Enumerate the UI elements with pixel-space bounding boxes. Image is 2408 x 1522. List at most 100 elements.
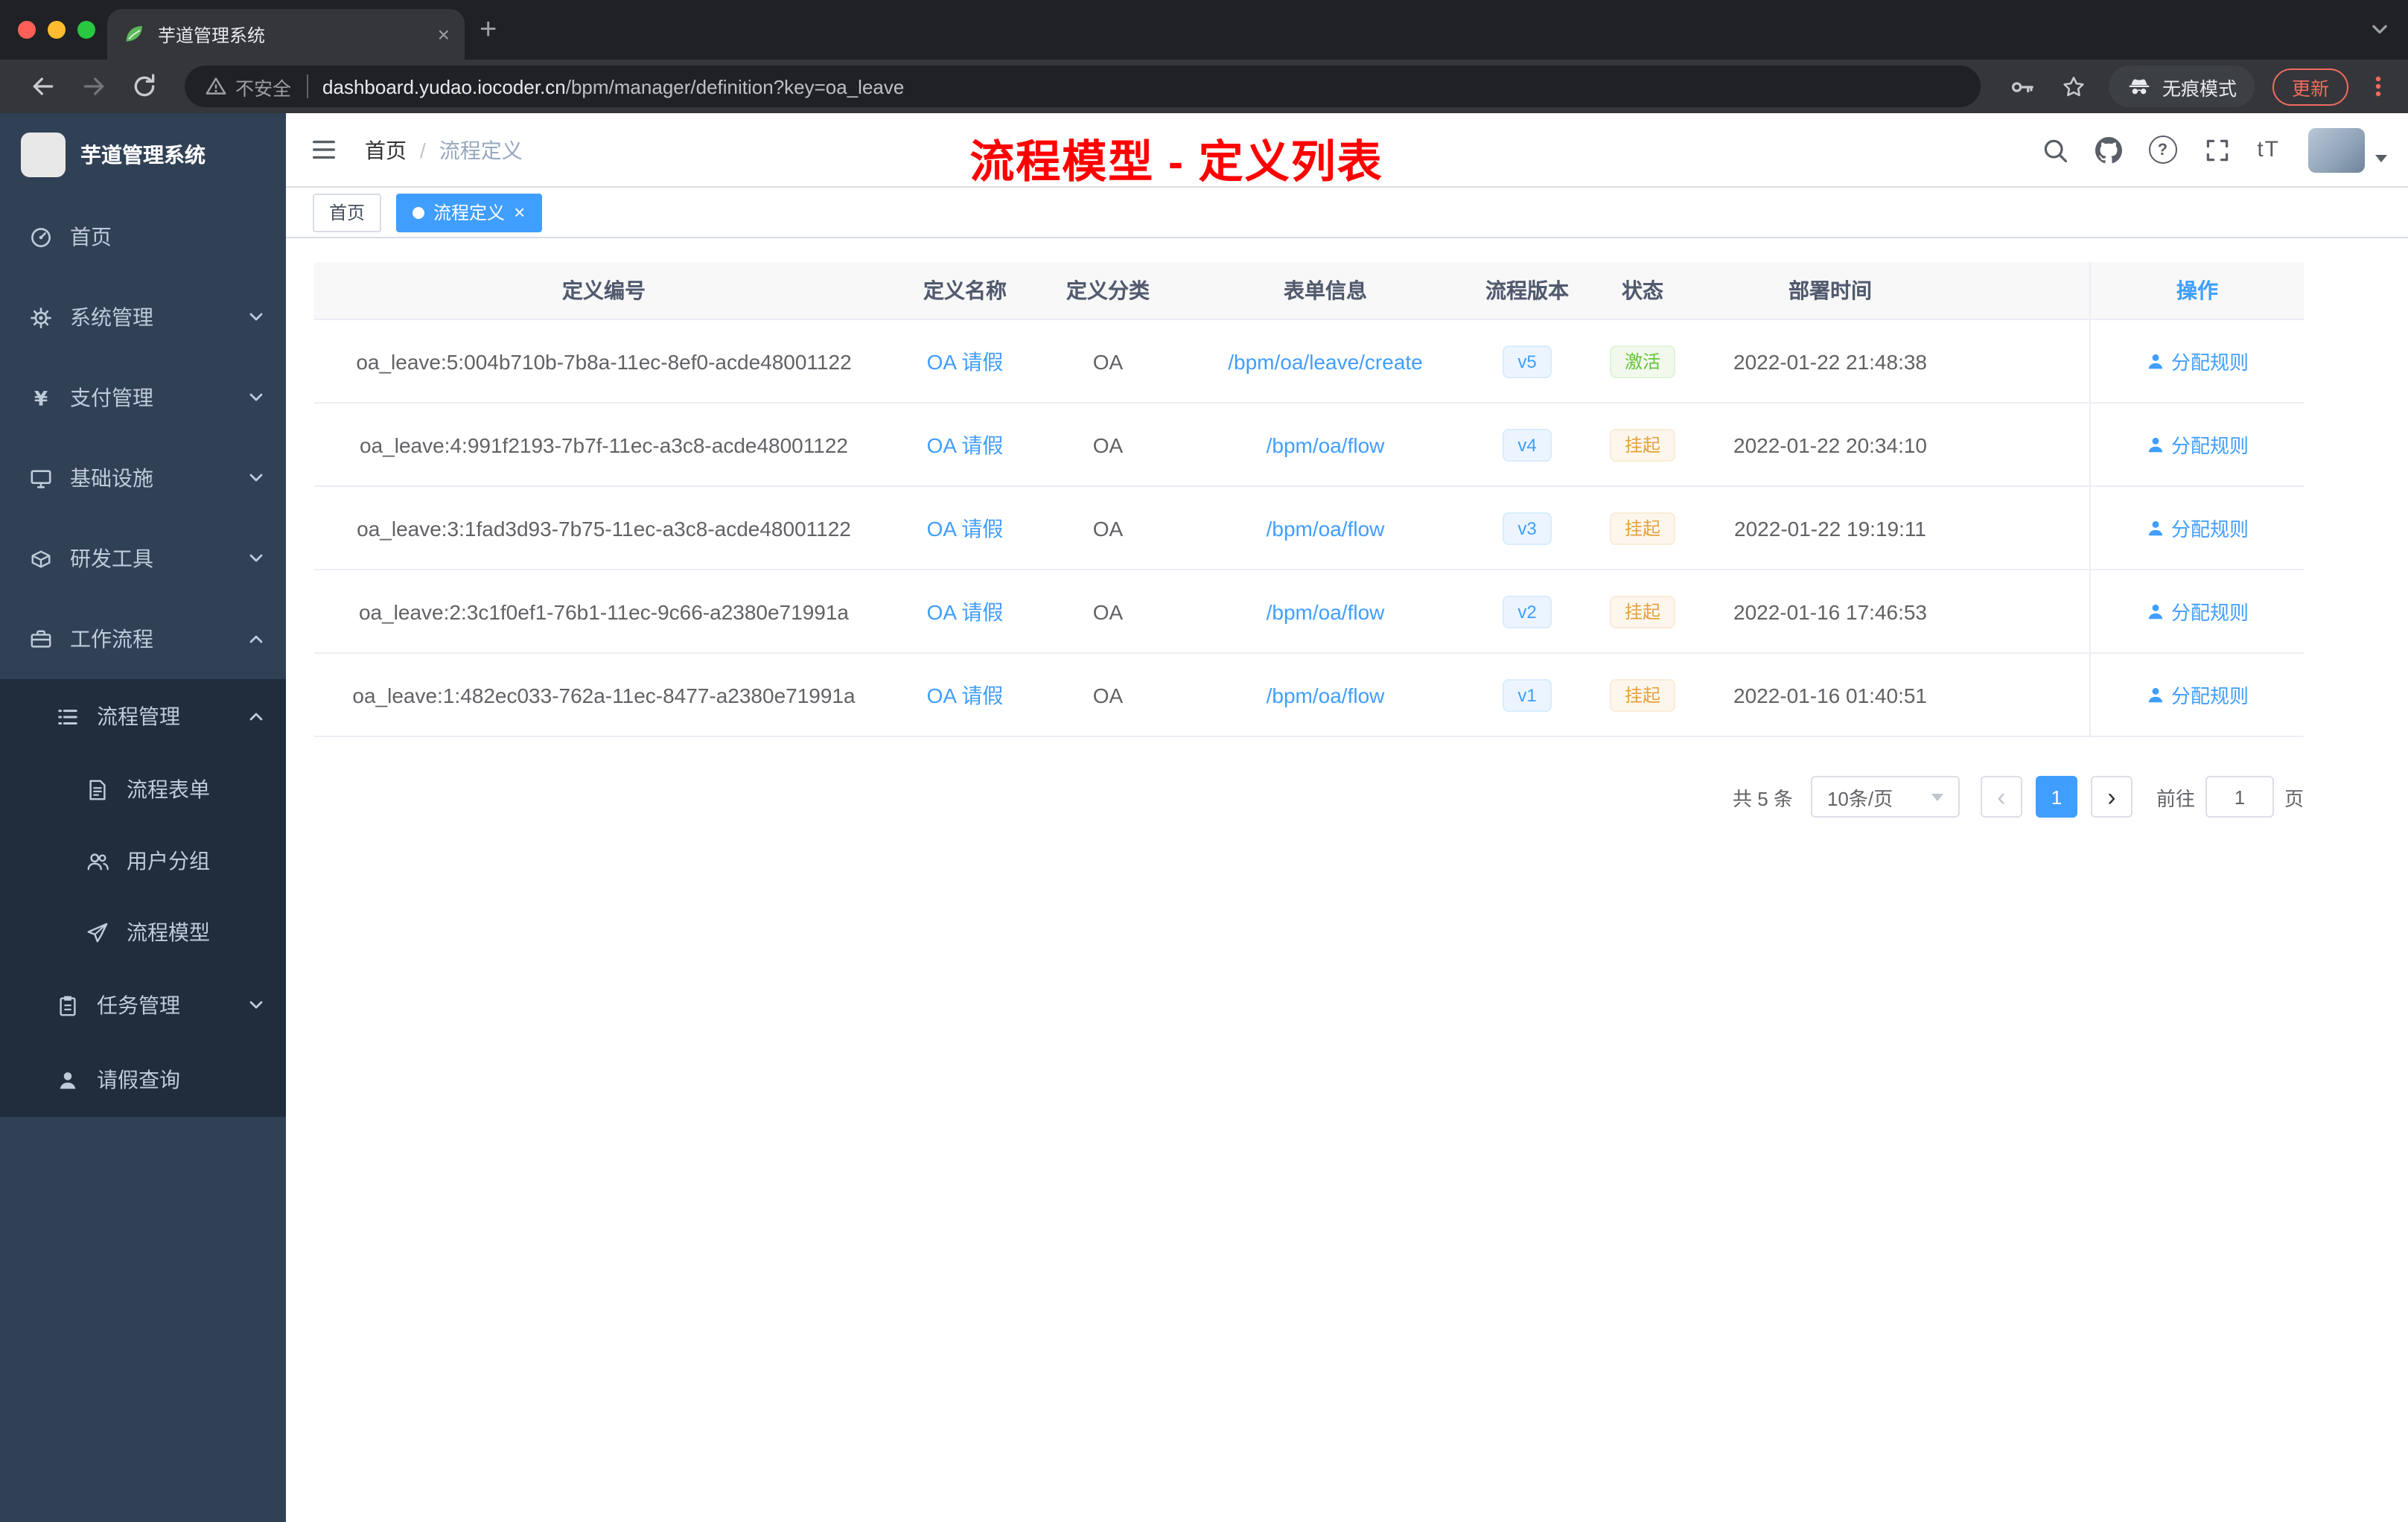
- sidebar-item-label: 系统管理: [70, 305, 153, 329]
- sidebar-item-workflow[interactable]: 工作流程: [0, 599, 286, 679]
- sidebar-item-system-management[interactable]: 系统管理: [0, 277, 286, 357]
- sidebar-item-dev-tools[interactable]: 研发工具: [0, 518, 286, 599]
- back-button[interactable]: [28, 71, 58, 101]
- assign-rule-button[interactable]: 分配规则: [2089, 654, 2304, 736]
- table-row: oa_leave:4:991f2193-7b7f-11ec-a3c8-acde4…: [314, 404, 2304, 487]
- bookmark-star-icon[interactable]: [2060, 72, 2088, 101]
- update-label: 更新: [2291, 78, 2329, 99]
- assign-rule-button[interactable]: 分配规则: [2089, 487, 2304, 569]
- chevron-down-icon: [247, 469, 265, 487]
- browser-tab[interactable]: 芋道管理系统 ×: [107, 9, 465, 60]
- address-bar[interactable]: 不安全 dashboard.yudao.iocoder.cn /bpm/mana…: [185, 66, 1981, 107]
- sidebar-item-infrastructure[interactable]: 基础设施: [0, 438, 286, 518]
- tag-label: 首页: [329, 203, 366, 223]
- chevron-down-icon: [247, 308, 265, 326]
- assign-rule-button[interactable]: 分配规则: [2089, 404, 2304, 485]
- browser-menu-icon[interactable]: [2366, 74, 2390, 98]
- cell-definition-name[interactable]: OA 请假: [894, 596, 1036, 626]
- page-size-select[interactable]: 10条/页: [1810, 776, 1960, 818]
- sidebar-toggle-icon[interactable]: [310, 136, 338, 164]
- cell-form-link[interactable]: /bpm/oa/flow: [1179, 599, 1471, 623]
- cell-definition-name[interactable]: OA 请假: [894, 430, 1036, 459]
- zoom-window-button[interactable]: [77, 21, 95, 39]
- cell-status: 挂起: [1583, 595, 1702, 628]
- sidebar-item-payment-management[interactable]: 支付管理: [0, 357, 286, 438]
- browser-toolbar: 不安全 dashboard.yudao.iocoder.cn /bpm/mana…: [0, 60, 2408, 113]
- browser-tab-strip: 芋道管理系统 × +: [0, 0, 2408, 60]
- status-badge: 挂起: [1609, 595, 1675, 628]
- col-status: 状态: [1622, 278, 1663, 302]
- table-row: oa_leave:2:3c1f0ef1-76b1-11ec-9c66-a2380…: [314, 570, 2304, 654]
- cell-status: 挂起: [1583, 428, 1702, 461]
- sidebar-item-process-model[interactable]: 流程模型: [0, 897, 286, 968]
- cell-category: OA: [1092, 516, 1124, 540]
- cell-version: v1: [1471, 678, 1583, 711]
- cell-form-link[interactable]: /bpm/oa/flow: [1179, 683, 1471, 707]
- tag-label: 流程定义: [433, 203, 506, 223]
- sidebar-item-task-management[interactable]: 任务管理: [0, 968, 286, 1042]
- briefcase-icon: [30, 628, 52, 650]
- help-icon[interactable]: ?: [2148, 136, 2177, 164]
- close-window-button[interactable]: [18, 21, 36, 39]
- prev-page-button[interactable]: ‹: [1980, 776, 2022, 818]
- avatar-caret-icon[interactable]: [2375, 155, 2387, 162]
- incognito-label: 无痕模式: [2162, 78, 2237, 99]
- chevron-down-icon: [247, 996, 265, 1014]
- tag-close-icon[interactable]: ×: [514, 203, 525, 222]
- tab-search-chevron-icon[interactable]: [2369, 19, 2390, 40]
- main-content: 定义编号 定义名称 定义分类 表单信息 流程版本 状态 部署时间 操作 oa_l…: [286, 238, 2408, 1522]
- fullscreen-icon[interactable]: [2203, 136, 2230, 163]
- sidebar-item-user-group[interactable]: 用户分组: [0, 825, 286, 897]
- search-icon[interactable]: [2041, 136, 2068, 163]
- tag-home[interactable]: 首页: [313, 193, 382, 232]
- github-icon[interactable]: [2095, 136, 2121, 163]
- user-icon: [2146, 351, 2165, 371]
- cell-definition-name[interactable]: OA 请假: [894, 346, 1036, 376]
- cell-definition-name[interactable]: OA 请假: [894, 680, 1036, 710]
- sidebar-item-label: 任务管理: [97, 993, 180, 1017]
- cell-definition-name[interactable]: OA 请假: [894, 513, 1036, 543]
- next-page-button[interactable]: ›: [2090, 776, 2133, 818]
- forward-button[interactable]: [79, 71, 109, 101]
- sidebar-item-label: 流程模型: [127, 920, 210, 944]
- tag-process-definition[interactable]: 流程定义 ×: [396, 193, 542, 232]
- breadcrumb-home[interactable]: 首页: [365, 135, 407, 165]
- assign-rule-label: 分配规则: [2170, 685, 2249, 707]
- cell-form-link[interactable]: /bpm/oa/flow: [1179, 516, 1471, 540]
- chevron-up-icon: [247, 630, 265, 648]
- current-page-button[interactable]: 1: [2035, 776, 2077, 818]
- cell-form-link[interactable]: /bpm/oa/leave/create: [1179, 349, 1471, 373]
- cell-definition-id: oa_leave:3:1fad3d93-7b75-11ec-a3c8-acde4…: [357, 516, 851, 540]
- sidebar-submenu-workflow: 流程管理 流程表单 用户分组 流程模型 任务管理 请假查询: [0, 679, 286, 1117]
- goto-page-input[interactable]: [2205, 776, 2274, 818]
- screen: 芋道管理系统 × + 不安全 dashboard.yudao.iocoder.c…: [0, 0, 2408, 1522]
- assign-rule-button[interactable]: 分配规则: [2089, 570, 2304, 652]
- sidebar-item-process-management[interactable]: 流程管理: [0, 679, 286, 754]
- cell-status: 挂起: [1583, 678, 1702, 711]
- cell-form-link[interactable]: /bpm/oa/flow: [1179, 433, 1471, 456]
- sidebar-item-leave-query[interactable]: 请假查询: [0, 1042, 286, 1117]
- password-key-icon[interactable]: [2007, 72, 2036, 101]
- tab-title: 芋道管理系统: [158, 25, 266, 45]
- tab-close-icon[interactable]: ×: [438, 24, 450, 45]
- favicon-leaf-icon: [122, 22, 146, 46]
- new-tab-button[interactable]: +: [480, 12, 497, 48]
- cell-deploy-time: 2022-01-16 01:40:51: [1733, 683, 1927, 707]
- sidebar-item-label: 工作流程: [70, 627, 153, 651]
- avatar[interactable]: [2308, 127, 2365, 172]
- sidebar-item-process-form[interactable]: 流程表单: [0, 754, 286, 825]
- font-size-icon[interactable]: tT: [2257, 137, 2280, 162]
- user-icon: [57, 1069, 79, 1091]
- browser-update-button[interactable]: 更新: [2272, 68, 2348, 105]
- minimize-window-button[interactable]: [48, 21, 66, 39]
- cell-version: v5: [1471, 345, 1583, 378]
- version-badge: v2: [1503, 595, 1552, 628]
- cell-status: 挂起: [1583, 512, 1702, 544]
- reload-button[interactable]: [130, 71, 159, 101]
- sidebar-item-label: 支付管理: [70, 386, 153, 410]
- assign-rule-button[interactable]: 分配规则: [2089, 320, 2304, 402]
- sidebar-item-home[interactable]: 首页: [0, 197, 286, 277]
- sidebar-header: 芋道管理系统: [0, 113, 286, 197]
- table-row: oa_leave:3:1fad3d93-7b75-11ec-a3c8-acde4…: [314, 487, 2304, 570]
- security-label[interactable]: 不安全: [235, 72, 291, 101]
